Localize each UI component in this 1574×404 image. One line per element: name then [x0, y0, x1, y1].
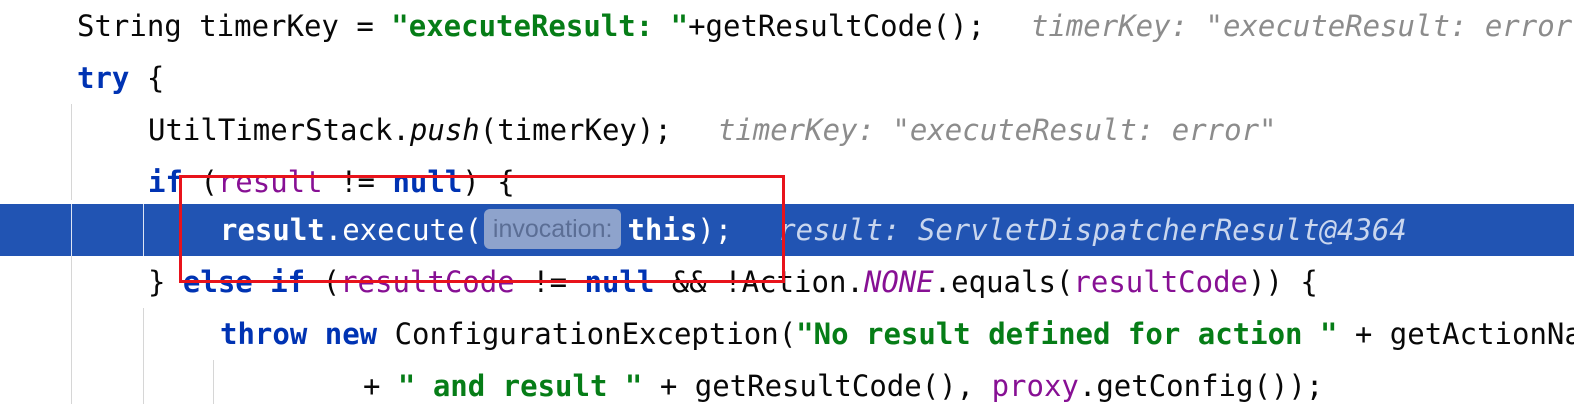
- code-line-timer-key[interactable]: String timerKey = "executeResult: "+getR…: [0, 0, 1574, 52]
- inline-debug-value: timerKey: "executeResult: error": [717, 113, 1277, 147]
- code-text: ) {: [462, 165, 515, 199]
- code-text: String timerKey =: [77, 9, 392, 43]
- field-name: result: [217, 165, 323, 199]
- field-name: proxy: [991, 369, 1079, 403]
- code-text: +getResultCode();: [688, 9, 985, 43]
- code-text: + getActionName(): [1354, 317, 1574, 351]
- string-literal: " and result ": [397, 369, 643, 403]
- keyword: throw new: [220, 317, 378, 351]
- keyword: this: [627, 213, 698, 247]
- code-text: UtilTimerStack.: [148, 113, 410, 147]
- indent-guide: [143, 204, 144, 256]
- code-text: }: [148, 265, 183, 299]
- keyword: try: [77, 61, 130, 95]
- code-text: .equals(: [933, 265, 1074, 299]
- code-text: !=: [514, 265, 585, 299]
- code-text: && !Action.: [654, 265, 864, 299]
- code-line-and-result[interactable]: + " and result " + getResultCode(), prox…: [0, 360, 1574, 404]
- code-text: .getConfig());: [1078, 369, 1324, 403]
- code-text: );: [697, 213, 733, 247]
- code-text: (timerKey);: [479, 113, 672, 147]
- code-text: + getResultCode(),: [642, 369, 992, 403]
- field-name: resultCode: [1073, 265, 1249, 299]
- code-text: .execute(: [324, 213, 482, 247]
- static-field-name: NONE: [863, 265, 934, 299]
- keyword: null: [392, 165, 463, 199]
- code-text: {: [129, 61, 165, 95]
- code-line-else-if[interactable]: } else if (resultCode != null && !Action…: [0, 256, 1574, 308]
- indent-guide: [71, 204, 72, 256]
- code-line-execute-current[interactable]: result.execute(invocation: this); result: …: [0, 204, 1574, 256]
- code-text: ConfigurationException(: [377, 317, 797, 351]
- field-name: result: [220, 213, 325, 247]
- keyword: null: [584, 265, 655, 299]
- code-line-push[interactable]: UtilTimerStack.push(timerKey); timerKey: …: [0, 104, 1574, 156]
- code-text: (: [305, 265, 341, 299]
- keyword: if: [148, 165, 183, 199]
- code-text: )) {: [1248, 265, 1318, 299]
- code-line-throw[interactable]: throw new ConfigurationException("No res…: [0, 308, 1574, 360]
- static-method-name: push: [409, 113, 480, 147]
- code-text: +: [363, 369, 398, 403]
- code-line-if[interactable]: if (result != null) {: [0, 156, 1574, 208]
- code-text: !=: [322, 165, 393, 199]
- string-literal: "executeResult: ": [391, 9, 689, 43]
- code-text: (: [182, 165, 218, 199]
- field-name: resultCode: [340, 265, 515, 299]
- parameter-name-hint: invocation:: [483, 209, 622, 249]
- code-editor[interactable]: String timerKey = "executeResult: "+getR…: [0, 0, 1574, 404]
- string-literal: "No result defined for action ": [796, 317, 1338, 351]
- inline-debug-value: result: ServletDispatcherResult@4364: [778, 213, 1407, 247]
- keyword: else if: [182, 265, 306, 299]
- code-line-try[interactable]: try {: [0, 52, 1574, 104]
- inline-debug-value: timerKey: "executeResult: error": [1030, 9, 1574, 43]
